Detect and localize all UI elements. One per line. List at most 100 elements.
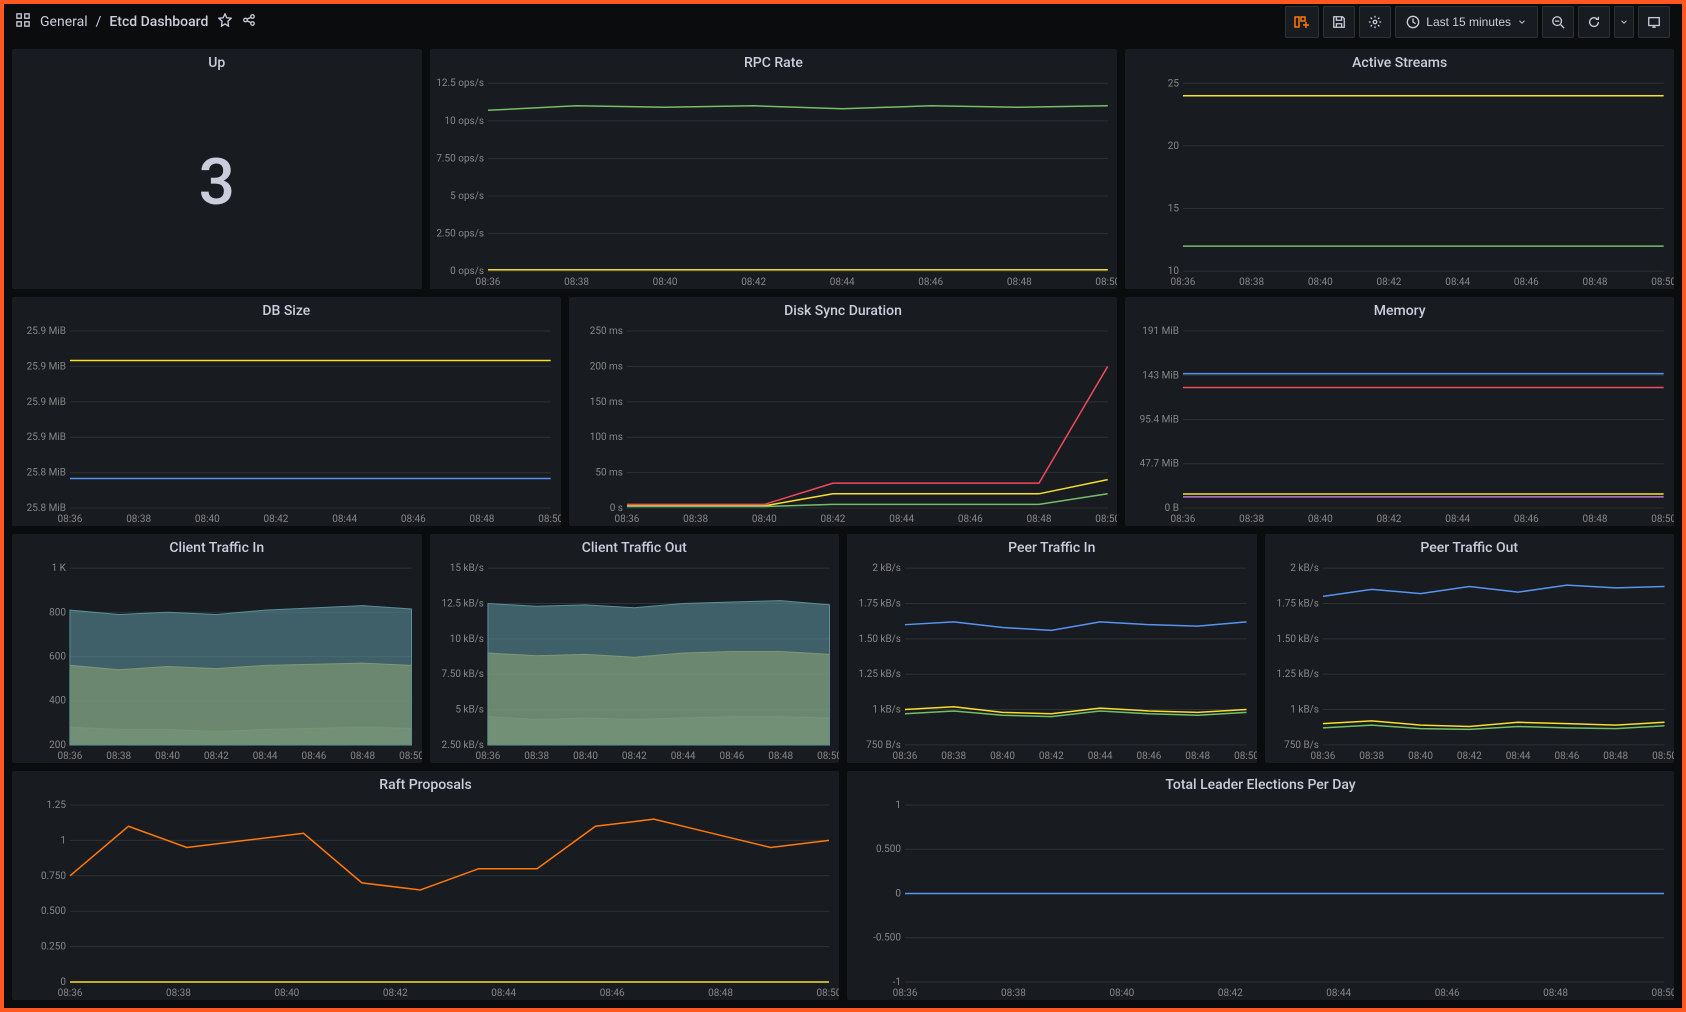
chart[interactable]: 2004006008001 K08:3608:3808:4008:4208:44… [12,562,422,763]
svg-text:08:36: 08:36 [893,751,918,762]
panel-up[interactable]: Up 3 [12,49,422,289]
svg-text:10 kB/s: 10 kB/s [449,634,483,645]
svg-text:95.4 MiB: 95.4 MiB [1140,415,1179,426]
svg-text:0.500: 0.500 [876,844,901,855]
svg-text:08:38: 08:38 [564,277,589,288]
svg-text:08:48: 08:48 [350,751,375,762]
svg-text:0.750: 0.750 [41,871,66,882]
chart[interactable]: 0 B47.7 MiB95.4 MiB143 MiB191 MiB08:3608… [1125,325,1674,526]
svg-text:15: 15 [1168,203,1180,214]
svg-text:750 B/s: 750 B/s [866,740,901,751]
chart[interactable]: 0 s50 ms100 ms150 ms200 ms250 ms08:3608:… [569,325,1118,526]
panel-peer-traffic-in[interactable]: Peer Traffic In 750 B/s1 kB/s1.25 kB/s1.… [847,534,1257,763]
save-dashboard-button[interactable] [1323,6,1355,38]
svg-text:1.75 kB/s: 1.75 kB/s [1276,598,1318,609]
svg-text:08:44: 08:44 [1446,277,1471,288]
svg-text:0: 0 [60,977,66,988]
panel-title: DB Size [12,297,561,325]
svg-text:08:48: 08:48 [768,751,793,762]
breadcrumb-title[interactable]: Etcd Dashboard [109,14,208,30]
star-icon[interactable] [218,13,232,31]
chart[interactable]: -1-0.50000.500108:3608:3808:4008:4208:44… [847,799,1674,1000]
svg-text:0 ops/s: 0 ops/s [450,266,484,277]
svg-text:1: 1 [60,835,66,846]
panel-leader-elections[interactable]: Total Leader Elections Per Day -1-0.5000… [847,771,1674,1000]
svg-text:08:38: 08:38 [1001,988,1026,999]
svg-text:1.25 kB/s: 1.25 kB/s [858,669,900,680]
panel-memory[interactable]: Memory 0 B47.7 MiB95.4 MiB143 MiB191 MiB… [1125,297,1674,526]
svg-text:5 kB/s: 5 kB/s [455,705,484,716]
svg-text:08:38: 08:38 [106,751,131,762]
refresh-interval-button[interactable] [1614,6,1634,38]
svg-text:15 kB/s: 15 kB/s [449,563,483,574]
chart[interactable]: 750 B/s1 kB/s1.25 kB/s1.50 kB/s1.75 kB/s… [1265,562,1675,763]
svg-text:1: 1 [895,800,901,811]
svg-text:08:50: 08:50 [1095,514,1117,525]
svg-text:-1: -1 [893,977,901,988]
svg-text:08:46: 08:46 [1435,988,1460,999]
svg-text:08:44: 08:44 [253,751,278,762]
svg-text:08:50: 08:50 [1234,751,1256,762]
panel-raft-proposals[interactable]: Raft Proposals 00.2500.5000.75011.2508:3… [12,771,839,1000]
chart[interactable]: 1015202508:3608:3808:4008:4208:4408:4608… [1125,77,1674,289]
svg-text:7.50 kB/s: 7.50 kB/s [441,669,483,680]
svg-text:08:38: 08:38 [1240,514,1265,525]
panel-db-size[interactable]: DB Size 25.8 MiB25.8 MiB25.9 MiB25.9 MiB… [12,297,561,526]
zoom-out-button[interactable] [1542,6,1574,38]
svg-text:150 ms: 150 ms [589,397,622,408]
svg-text:0 B: 0 B [1165,503,1179,514]
svg-text:08:48: 08:48 [1026,514,1051,525]
panel-client-traffic-in[interactable]: Client Traffic In 2004006008001 K08:3608… [12,534,422,763]
svg-text:25.9 MiB: 25.9 MiB [27,397,66,408]
svg-text:08:36: 08:36 [58,514,83,525]
svg-text:08:40: 08:40 [1308,514,1333,525]
settings-button[interactable] [1359,6,1391,38]
svg-text:-0.500: -0.500 [873,933,901,944]
svg-text:20: 20 [1168,140,1180,151]
svg-text:47.7 MiB: 47.7 MiB [1140,459,1179,470]
chart[interactable]: 2.50 kB/s5 kB/s7.50 kB/s10 kB/s12.5 kB/s… [430,562,840,763]
panel-peer-traffic-out[interactable]: Peer Traffic Out 750 B/s1 kB/s1.25 kB/s1… [1265,534,1675,763]
cycle-view-button[interactable] [1638,6,1670,38]
share-icon[interactable] [242,13,256,31]
svg-text:08:40: 08:40 [195,514,220,525]
svg-text:08:38: 08:38 [1240,277,1265,288]
panel-client-traffic-out[interactable]: Client Traffic Out 2.50 kB/s5 kB/s7.50 k… [430,534,840,763]
chart[interactable]: 25.8 MiB25.8 MiB25.9 MiB25.9 MiB25.9 MiB… [12,325,561,526]
svg-text:08:44: 08:44 [1505,751,1530,762]
panel-title: Peer Traffic Out [1265,534,1675,562]
panel-disk-sync[interactable]: Disk Sync Duration 0 s50 ms100 ms150 ms2… [569,297,1118,526]
panel-title: Peer Traffic In [847,534,1257,562]
svg-text:0: 0 [895,888,901,899]
time-range-button[interactable]: Last 15 minutes [1395,6,1538,38]
svg-text:400: 400 [49,696,66,707]
chart[interactable]: 0 ops/s2.50 ops/s5 ops/s7.50 ops/s10 ops… [430,77,1118,289]
panel-title: RPC Rate [430,49,1118,77]
svg-text:1.50 kB/s: 1.50 kB/s [1276,634,1318,645]
svg-text:08:40: 08:40 [155,751,180,762]
chart[interactable]: 00.2500.5000.75011.2508:3608:3808:4008:4… [12,799,839,1000]
svg-text:50 ms: 50 ms [595,468,623,479]
panel-active-streams[interactable]: Active Streams 1015202508:3608:3808:4008… [1125,49,1674,289]
svg-text:08:36: 08:36 [475,751,500,762]
svg-text:08:40: 08:40 [573,751,598,762]
svg-text:08:40: 08:40 [752,514,777,525]
svg-text:08:38: 08:38 [1359,751,1384,762]
svg-text:08:38: 08:38 [166,988,191,999]
panel-rpc-rate[interactable]: RPC Rate 0 ops/s2.50 ops/s5 ops/s7.50 op… [430,49,1118,289]
svg-text:25.9 MiB: 25.9 MiB [27,432,66,443]
breadcrumb-folder[interactable]: General [40,14,88,30]
svg-text:08:44: 08:44 [332,514,357,525]
svg-text:1 kB/s: 1 kB/s [1290,705,1319,716]
svg-text:2 kB/s: 2 kB/s [872,563,901,574]
svg-text:08:46: 08:46 [958,514,983,525]
add-panel-button[interactable] [1285,6,1319,38]
svg-text:0.250: 0.250 [41,942,66,953]
panel-title: Memory [1125,297,1674,325]
dashboard-grid-icon[interactable] [16,13,30,31]
svg-text:10: 10 [1168,266,1180,277]
svg-text:08:46: 08:46 [1514,514,1539,525]
svg-text:08:36: 08:36 [1171,277,1196,288]
refresh-button[interactable] [1578,6,1610,38]
chart[interactable]: 750 B/s1 kB/s1.25 kB/s1.50 kB/s1.75 kB/s… [847,562,1257,763]
